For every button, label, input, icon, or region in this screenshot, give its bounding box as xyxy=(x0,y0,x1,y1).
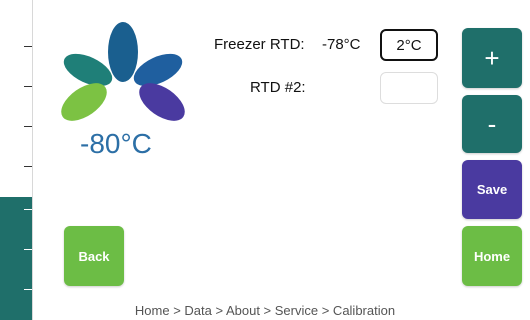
scale-tick xyxy=(24,46,32,47)
save-button[interactable]: Save xyxy=(462,160,522,219)
rtd2-offset-field[interactable] xyxy=(380,72,438,104)
scale-tick xyxy=(24,209,32,210)
scale-tick xyxy=(24,249,32,250)
scale-tick xyxy=(24,289,32,290)
brand-logo xyxy=(61,22,185,121)
freezer-rtd-label: Freezer RTD: xyxy=(214,36,305,53)
back-button[interactable]: Back xyxy=(64,226,124,286)
increase-button[interactable]: + xyxy=(462,28,522,88)
scale-tick xyxy=(24,166,32,167)
breadcrumb: Home > Data > About > Service > Calibrat… xyxy=(134,303,396,318)
level-band xyxy=(0,197,32,320)
home-button[interactable]: Home xyxy=(462,226,522,286)
left-scroll-strip[interactable] xyxy=(0,0,33,320)
scale-tick xyxy=(24,86,32,87)
scale-tick xyxy=(24,126,32,127)
decrease-button[interactable]: - xyxy=(462,95,522,153)
logo-petal-top xyxy=(108,22,138,82)
current-temperature: -80°C xyxy=(80,128,152,159)
freezer-rtd-value: -78°C xyxy=(322,36,361,53)
rtd2-label: RTD #2: xyxy=(250,79,306,96)
freezer-rtd-offset-field[interactable]: 2°C xyxy=(380,29,438,61)
